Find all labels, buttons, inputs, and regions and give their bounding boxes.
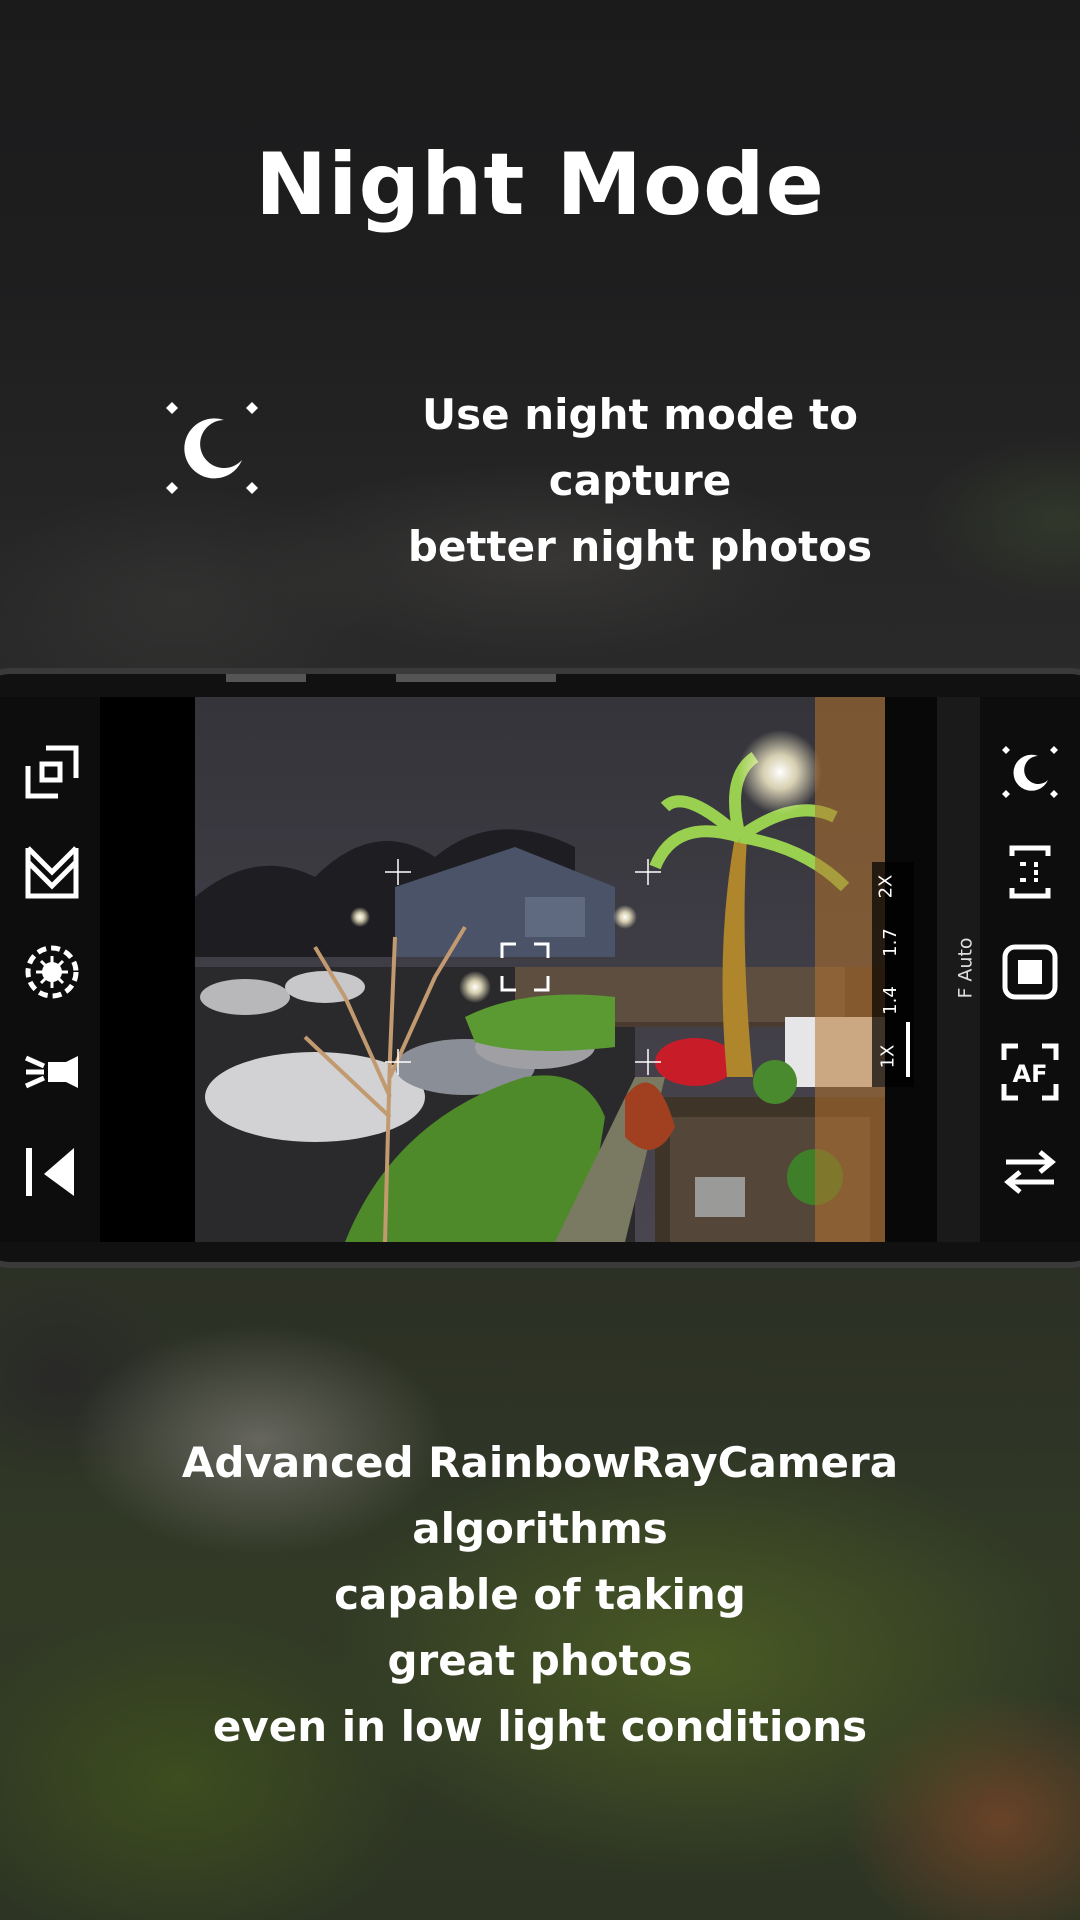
zoom-1-4[interactable]: 1.4: [880, 986, 901, 1015]
focus-mode-label[interactable]: F Auto: [955, 937, 977, 998]
shutter-button-icon[interactable]: [1000, 942, 1060, 1002]
feature-line-1: Use night mode to capture: [422, 390, 858, 505]
description-line-2: algorithms: [412, 1504, 668, 1553]
timer-bracket-icon[interactable]: [1000, 842, 1060, 902]
zoom-1-7[interactable]: 1.7: [880, 928, 901, 957]
svg-text:AF: AF: [1013, 1060, 1048, 1088]
page-title: Night Mode: [255, 135, 825, 235]
filter-mode-icon[interactable]: [22, 842, 82, 902]
power-button: [396, 674, 556, 682]
description-line-4: great photos: [387, 1636, 693, 1685]
description-line-1: Advanced RainbowRayCamera: [181, 1438, 899, 1487]
feature-description: Use night mode to capture better night p…: [330, 382, 950, 580]
feature-line-2: better night photos: [407, 522, 873, 571]
viewfinder-letterbox: [100, 697, 195, 1242]
zoom-2x[interactable]: 2X: [875, 875, 896, 899]
description-line-5: even in low light conditions: [212, 1702, 868, 1751]
night-mode-icon[interactable]: [1000, 742, 1060, 802]
focus-frame-icon[interactable]: [500, 942, 550, 992]
description-line-3: capable of taking: [334, 1570, 746, 1619]
zoom-slider[interactable]: 2X 1.7 1.4 1X: [872, 862, 914, 1087]
gallery-icon[interactable]: [22, 1142, 82, 1202]
volume-button: [226, 674, 306, 682]
autofocus-icon[interactable]: AF: [1000, 1042, 1060, 1102]
exposure-dial-icon[interactable]: [22, 942, 82, 1002]
zoom-1x[interactable]: 1X: [877, 1045, 898, 1069]
right-toolbar: AF: [980, 697, 1080, 1242]
aspect-crop-icon[interactable]: [22, 742, 82, 802]
switch-camera-icon[interactable]: [1000, 1142, 1060, 1202]
left-toolbar: [0, 697, 100, 1242]
zoom-indicator: [906, 1022, 910, 1077]
camera-screen: 2X 1.7 1.4 1X F Auto AF: [0, 697, 1080, 1242]
night-moon-sparkle-icon: [166, 402, 258, 494]
flash-icon[interactable]: [22, 1042, 82, 1102]
description-text: Advanced RainbowRayCamera algorithms cap…: [0, 1430, 1080, 1760]
